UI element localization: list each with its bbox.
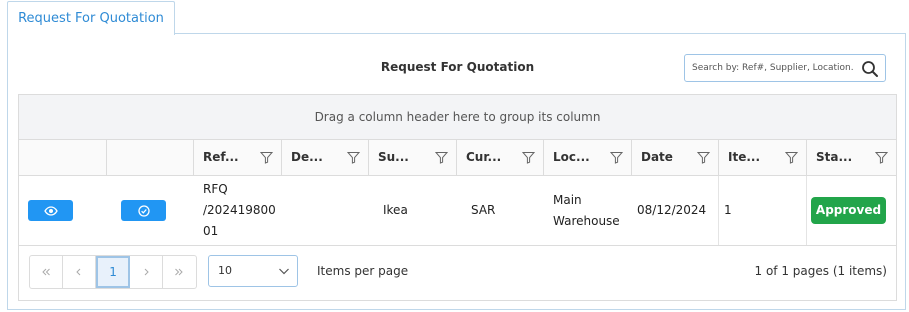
double-chevron-left-icon	[42, 268, 50, 276]
prev-page-button[interactable]	[63, 256, 97, 288]
filter-icon[interactable]	[697, 151, 710, 164]
page-size-value: 10	[218, 264, 232, 277]
pager-info: 1 of 1 pages (1 items)	[754, 264, 888, 278]
header-currency[interactable]: Cur...	[457, 140, 544, 175]
header-ref[interactable]: Ref...	[194, 140, 282, 175]
first-page-button[interactable]	[30, 256, 64, 288]
filter-icon[interactable]	[435, 151, 448, 164]
header-status-label: Sta...	[816, 150, 853, 164]
location-line: Main	[553, 192, 582, 207]
location-value: Main Warehouse	[553, 190, 620, 232]
header-view-column	[19, 140, 107, 175]
items-per-page-label: Items per page	[317, 264, 409, 278]
ref-line: 01	[203, 224, 219, 238]
header-supplier-label: Su...	[378, 150, 409, 164]
location-cell: Main Warehouse	[544, 176, 632, 245]
filter-icon[interactable]	[875, 151, 888, 164]
status-badge: Approved	[811, 197, 886, 224]
header-location[interactable]: Loc...	[544, 140, 632, 175]
filter-icon[interactable]	[260, 151, 273, 164]
ref-line: /202419800	[203, 203, 276, 217]
rfq-grid: Drag a column header here to group its c…	[18, 94, 897, 301]
items-cell: 1	[719, 176, 807, 245]
view-button[interactable]	[28, 200, 73, 221]
row-view-cell	[19, 176, 107, 245]
header-supplier[interactable]: Su...	[369, 140, 457, 175]
double-chevron-right-icon	[175, 268, 184, 276]
pager: 1 10 Items per page 1 of 1 pages (1 item…	[19, 246, 896, 300]
chevron-left-icon	[76, 268, 81, 276]
grid-header: Ref... De... Su... Cur... Loc... Date It…	[19, 140, 896, 176]
header-location-label: Loc...	[553, 150, 590, 164]
search-input[interactable]	[685, 55, 855, 81]
search-icon[interactable]	[861, 60, 879, 78]
supplier-cell: Ikea	[383, 203, 408, 217]
chevron-down-icon	[279, 268, 289, 275]
pager-buttons: 1	[29, 255, 197, 289]
approve-button[interactable]	[121, 200, 166, 221]
header-date[interactable]: Date	[632, 140, 719, 175]
header-status[interactable]: Sta...	[807, 140, 896, 175]
table-row: RFQ /202419800 01 Ikea SAR Main Warehous…	[19, 176, 896, 246]
description-cell	[282, 176, 369, 245]
status-cell: Approved	[807, 176, 896, 245]
date-cell: 08/12/2024	[632, 176, 719, 245]
rfq-panel: Request For Quotation Drag a column head…	[7, 33, 906, 310]
eye-icon	[43, 205, 58, 216]
ref-line: RFQ	[203, 182, 228, 196]
filter-icon[interactable]	[610, 151, 623, 164]
location-line: Warehouse	[553, 213, 620, 228]
header-approve-column	[107, 140, 194, 175]
filter-icon[interactable]	[347, 151, 360, 164]
header-ref-label: Ref...	[203, 150, 239, 164]
header-items-label: Ite...	[728, 150, 761, 164]
page-1-button[interactable]: 1	[96, 256, 130, 288]
ref-cell: RFQ /202419800 01	[194, 176, 282, 245]
row-approve-cell	[107, 176, 194, 245]
check-circle-icon	[137, 204, 150, 217]
last-page-button[interactable]	[163, 256, 196, 288]
filter-icon[interactable]	[785, 151, 798, 164]
header-date-label: Date	[641, 150, 673, 164]
header-currency-label: Cur...	[466, 150, 502, 164]
search-box[interactable]	[684, 54, 886, 82]
chevron-right-icon	[144, 268, 149, 276]
filter-icon[interactable]	[522, 151, 535, 164]
next-page-button[interactable]	[130, 256, 163, 288]
header-description[interactable]: De...	[282, 140, 369, 175]
currency-cell: SAR	[471, 203, 496, 217]
tab-request-for-quotation[interactable]: Request For Quotation	[7, 1, 175, 35]
header-items[interactable]: Ite...	[719, 140, 807, 175]
header-description-label: De...	[291, 150, 323, 164]
page-size-select[interactable]: 10	[208, 255, 298, 287]
group-panel[interactable]: Drag a column header here to group its c…	[19, 95, 896, 140]
ref-value: RFQ /202419800 01	[203, 179, 276, 242]
